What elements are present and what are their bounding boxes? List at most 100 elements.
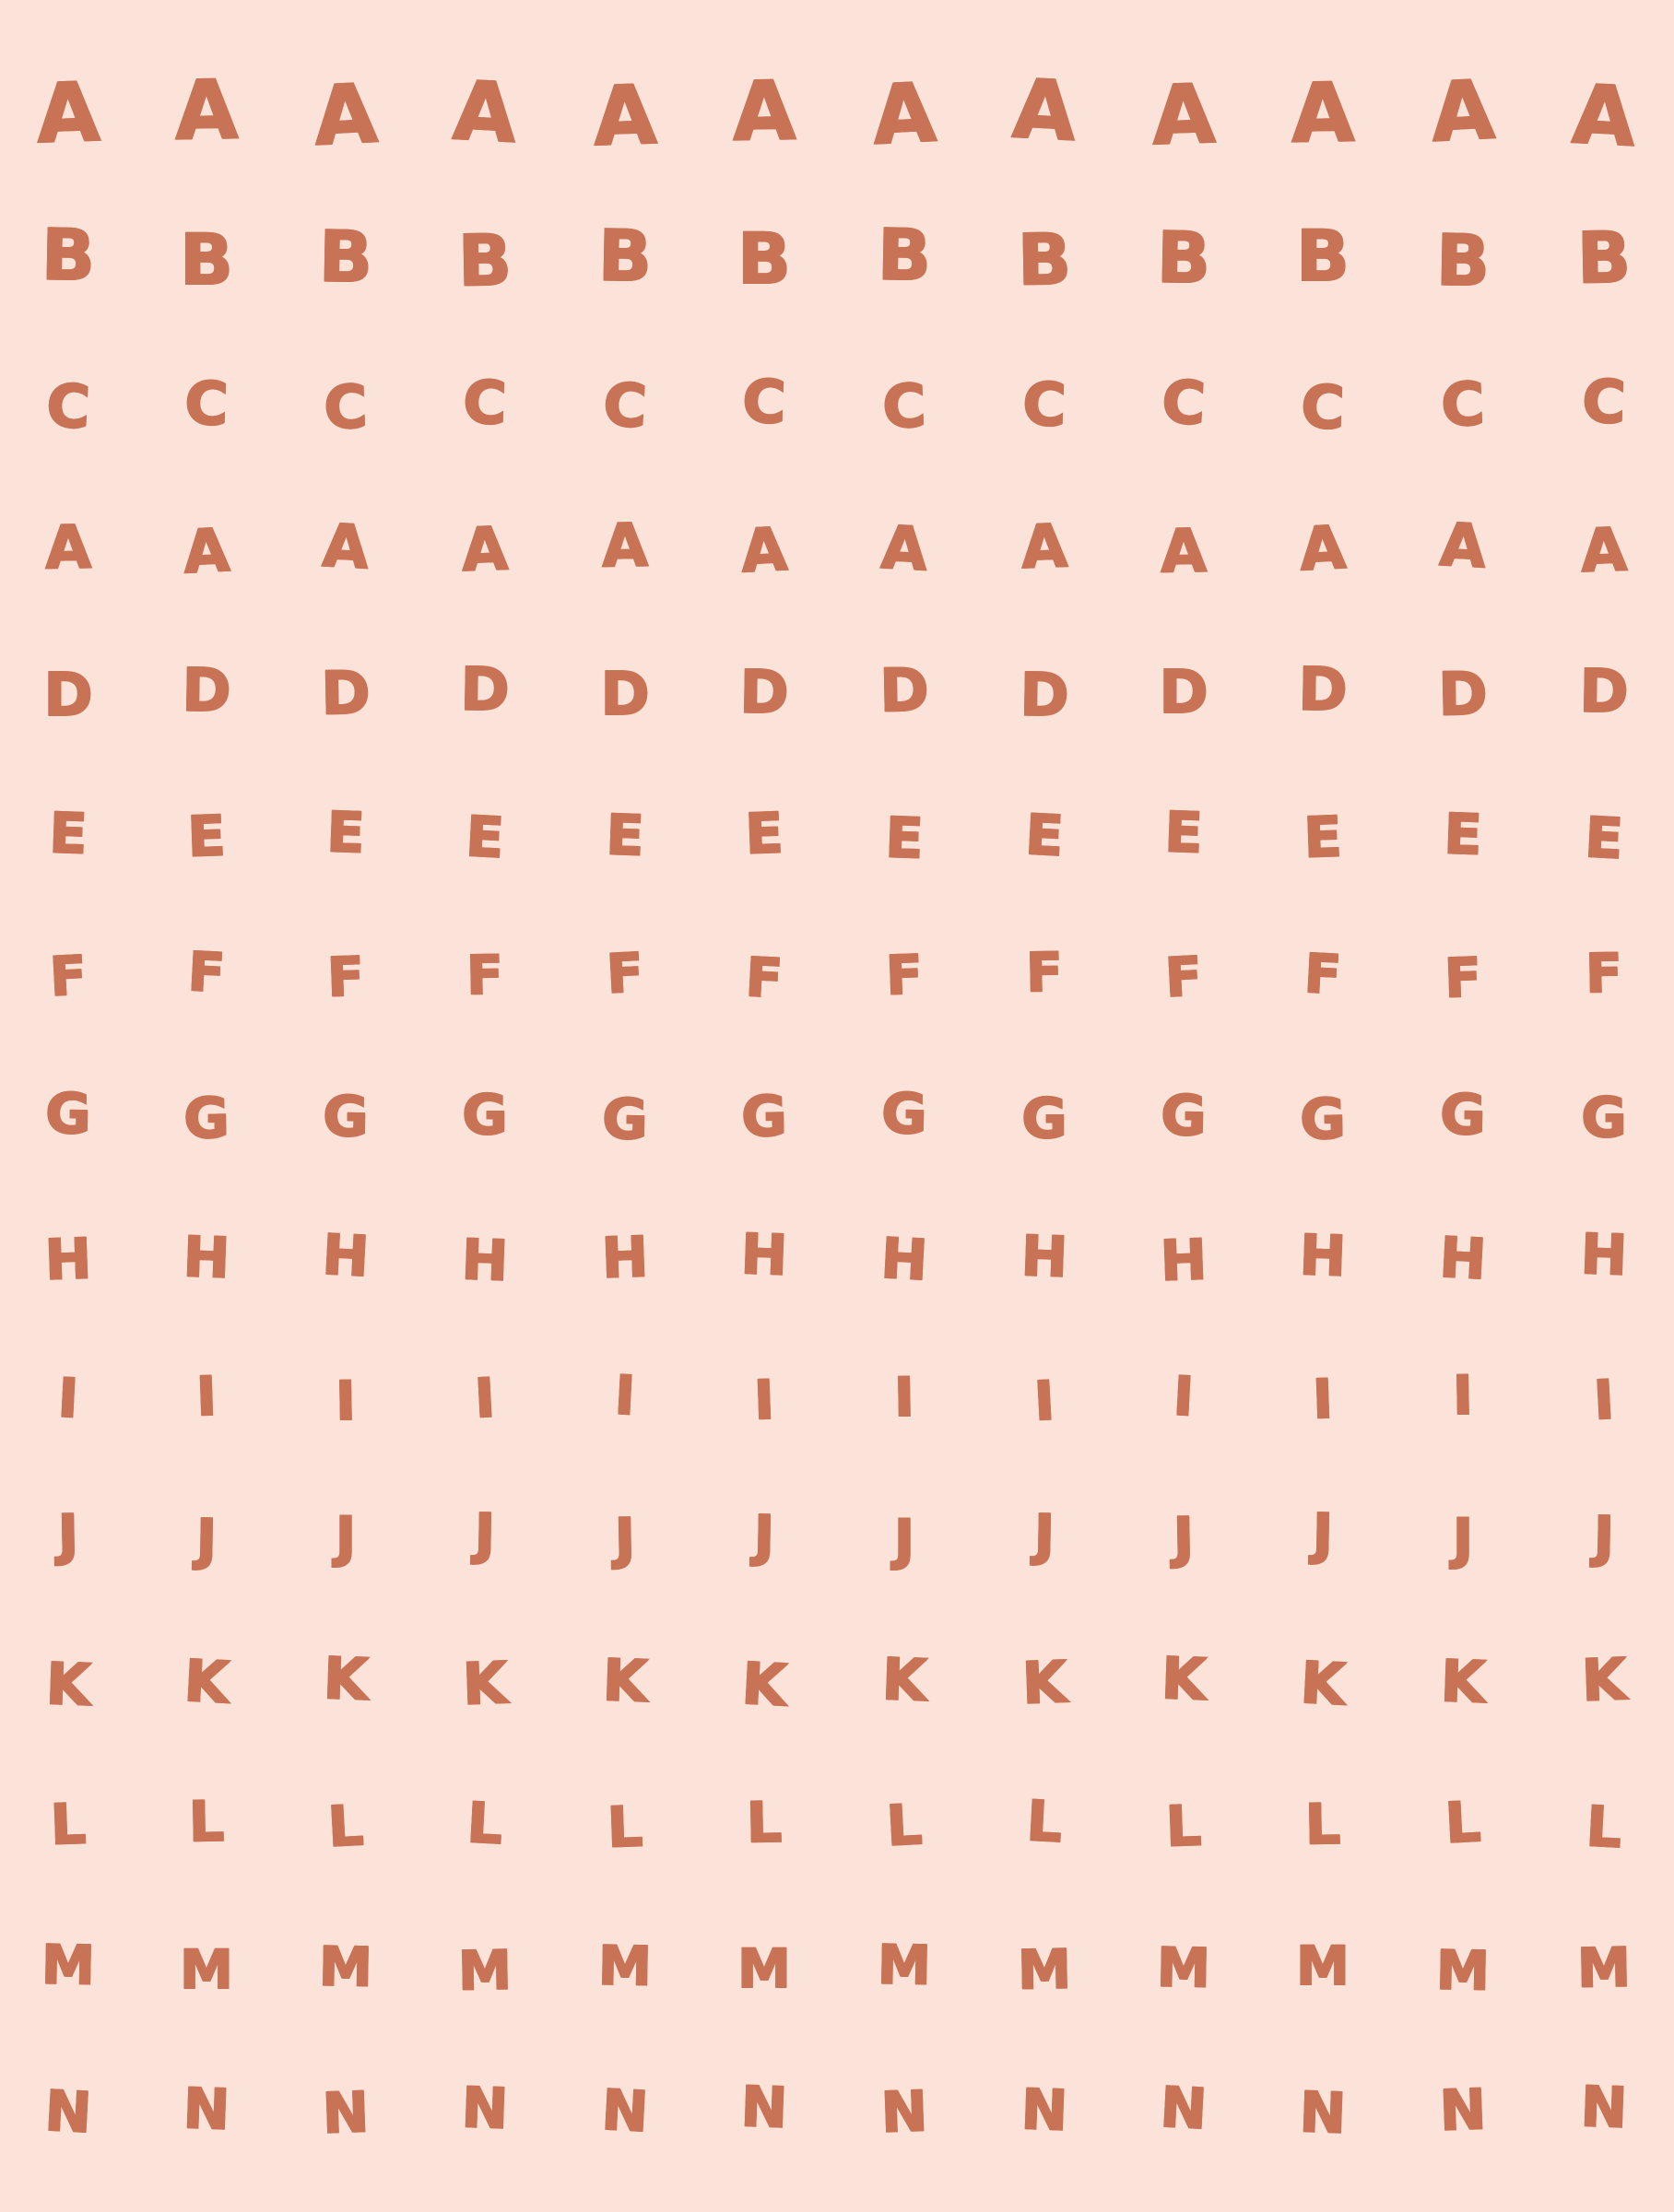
letter-glyph: L [884, 1792, 925, 1860]
letter-glyph: G [880, 1081, 928, 1148]
letter-glyph: B [1155, 216, 1211, 300]
letter-glyph: A [878, 513, 929, 585]
letter-glyph: I [1171, 1363, 1196, 1429]
letter-glyph: N [1020, 2077, 1070, 2145]
letter-glyph: J [56, 1502, 80, 1569]
letter-glyph: C [1020, 370, 1068, 441]
letter-glyph: C [461, 368, 509, 440]
letter-glyph: M [597, 1934, 654, 1999]
letter-glyph: M [1435, 1938, 1491, 2004]
letter-glyph: A [1297, 513, 1348, 585]
letter-glyph: F [1025, 940, 1065, 1006]
letter-glyph: I [55, 1365, 80, 1430]
letter-glyph: A [311, 65, 380, 164]
letter-glyph: J [1452, 1507, 1474, 1571]
letter-glyph: D [738, 658, 790, 729]
letter-glyph: E [604, 802, 645, 869]
letter-glyph: B [179, 218, 234, 300]
letter-glyph: L [465, 1790, 505, 1858]
letter-row: GGGGGGGGGGGG [0, 1053, 1674, 1182]
letter-glyph: H [43, 1226, 94, 1294]
letter-glyph: B [40, 213, 96, 298]
letter-glyph: D [320, 659, 371, 730]
letter-glyph: N [1158, 2075, 1209, 2144]
letter-glyph: A [1009, 60, 1079, 159]
letter-glyph: K [1160, 1643, 1208, 1714]
letter-glyph: J [752, 1503, 776, 1570]
letter-glyph: A [1160, 517, 1208, 588]
letter-glyph: E [324, 799, 366, 866]
letter-glyph: J [473, 1501, 497, 1568]
letter-glyph: A [591, 66, 659, 165]
letter-glyph: F [1302, 941, 1343, 1007]
letter-glyph: B [1016, 218, 1072, 302]
letter-glyph: H [182, 1224, 232, 1292]
letter-row: EEEEEEEEEEEE [0, 771, 1674, 900]
letter-glyph: B [737, 218, 792, 300]
letter-glyph: F [884, 942, 925, 1007]
letter-row: AAAAAAAAAAAA [0, 485, 1674, 614]
letter-glyph: A [173, 61, 240, 159]
letter-glyph: J [1172, 1505, 1196, 1571]
letter-glyph: K [880, 1644, 929, 1715]
letter-glyph: B [1575, 216, 1632, 300]
letter-glyph: C [44, 371, 93, 443]
letter-glyph: C [880, 371, 928, 443]
letter-glyph: M [457, 1938, 513, 2004]
letter-glyph: M [179, 1938, 234, 2001]
letter-glyph: F [185, 939, 227, 1006]
letter-glyph: H [878, 1226, 930, 1295]
letter-glyph: B [317, 215, 373, 300]
letter-glyph: F [47, 943, 88, 1009]
letter-row: HHHHHHHHHHHH [0, 1194, 1674, 1323]
letter-glyph: L [1443, 1789, 1483, 1857]
letter-glyph: A [460, 514, 510, 586]
letter-glyph: N [1579, 2074, 1630, 2142]
letter-glyph: E [1583, 805, 1626, 873]
letter-glyph: A [869, 64, 938, 163]
letter-glyph: K [739, 1649, 789, 1720]
letter-glyph: C [1160, 368, 1208, 440]
letter-glyph: J [335, 1505, 357, 1570]
letter-glyph: F [325, 944, 366, 1009]
letter-glyph: D [181, 656, 232, 727]
letter-glyph: B [876, 213, 932, 298]
letter-glyph: K [44, 1649, 93, 1720]
letter-row: AAAAAAAAAAAA [0, 49, 1674, 178]
letter-glyph: H [320, 1222, 371, 1291]
letter-glyph: G [1580, 1086, 1627, 1150]
letter-glyph: G [183, 1086, 230, 1153]
letter-glyph: A [738, 515, 789, 587]
letter-glyph: D [42, 662, 93, 730]
letter-glyph: L [187, 1789, 225, 1856]
letter-glyph: A [731, 62, 797, 159]
letter-glyph: A [320, 512, 371, 583]
letter-glyph: M [1576, 1936, 1633, 2001]
letter-glyph: K [1439, 1646, 1488, 1717]
letter-glyph: D [459, 655, 511, 726]
letter-glyph: H [739, 1221, 790, 1289]
letter-glyph: H [460, 1227, 511, 1295]
letter-glyph: H [600, 1224, 651, 1292]
letter-glyph: K [601, 1645, 650, 1716]
letter-glyph: A [1020, 512, 1069, 583]
letter-glyph: N [599, 2077, 651, 2147]
letter-glyph: D [1437, 660, 1489, 731]
letter-glyph: C [322, 372, 370, 444]
letter-glyph: G [461, 1083, 508, 1147]
letter-glyph: G [1299, 1087, 1347, 1154]
letter-glyph: L [745, 1790, 783, 1857]
letter-glyph: J [613, 1506, 637, 1572]
letter-glyph: F [466, 943, 505, 1008]
letter-glyph: G [1439, 1082, 1487, 1149]
letter-glyph: K [182, 1646, 231, 1717]
letter-glyph: E [464, 804, 507, 872]
letter-glyph: D [599, 661, 650, 729]
letter-glyph: A [1149, 65, 1218, 164]
letter-glyph: L [325, 1793, 366, 1861]
letter-glyph: G [740, 1084, 788, 1151]
letter-row: MMMMMMMMMMMM [0, 1903, 1674, 2032]
letter-glyph: E [47, 800, 88, 867]
letter-row: CCCCCCCCCCCC [0, 341, 1674, 470]
letter-row: IIIIIIIIIIII [0, 1334, 1674, 1463]
